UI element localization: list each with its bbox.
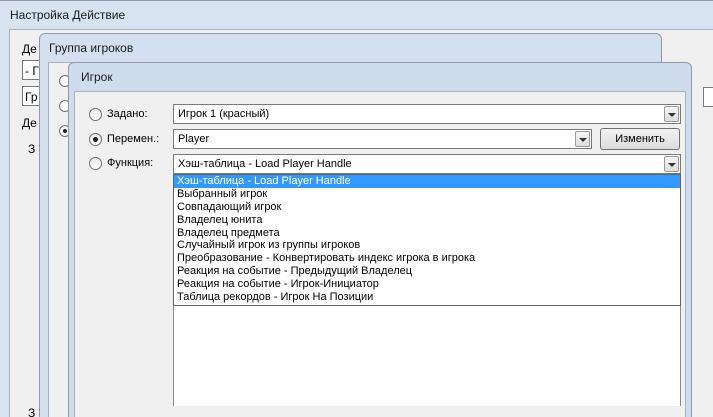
function-dropdown-list[interactable]: Хэш-таблица - Load Player Handle Выбранн… [173, 174, 681, 306]
function-radio[interactable] [89, 157, 102, 170]
chevron-down-icon[interactable] [575, 131, 590, 147]
partial-field-text: Гр [25, 90, 38, 104]
preset-radio[interactable] [89, 108, 102, 121]
partial-field-text: - Г [25, 64, 39, 78]
dropdown-item[interactable]: Преобразование - Конвертировать индекс и… [174, 252, 680, 265]
partial-label: Де [22, 42, 37, 56]
edit-variable-button[interactable]: Изменить [600, 128, 680, 150]
player-client: Задано: Игрок 1 (красный) Перемен.: Play… [74, 91, 686, 417]
dropdown-item[interactable]: Реакция на событие - Игрок-Инициатор [174, 278, 680, 291]
preset-label: Задано: [107, 108, 148, 120]
variable-label: Перемен.: [107, 133, 160, 145]
dropdown-item[interactable]: Таблица рекордов - Игрок На Позиции [174, 291, 680, 304]
variable-combo[interactable]: Player [173, 129, 592, 149]
player-group-title: Группа игроков [49, 41, 134, 55]
chevron-down-icon[interactable] [664, 156, 679, 172]
function-label: Функция: [107, 157, 154, 169]
partial-field-right[interactable] [703, 87, 713, 107]
function-value: Хэш-таблица - Load Player Handle [178, 158, 352, 170]
dropdown-item[interactable]: Владелец предмета [174, 227, 680, 240]
preset-combo[interactable]: Игрок 1 (красный) [173, 104, 681, 124]
dropdown-item[interactable]: Совпадающий игрок [174, 201, 680, 214]
dropdown-item[interactable]: Выбранный игрок [174, 188, 680, 201]
parameters-panel [173, 306, 681, 406]
dropdown-item[interactable]: Хэш-таблица - Load Player Handle [174, 175, 680, 188]
function-combo[interactable]: Хэш-таблица - Load Player Handle [173, 154, 681, 174]
partial-label: З [28, 406, 36, 417]
dropdown-item[interactable]: Реакция на событие - Предыдущий Владелец [174, 265, 680, 278]
variable-radio[interactable] [89, 133, 102, 146]
player-title: Игрок [81, 70, 113, 84]
chevron-down-icon[interactable] [664, 106, 679, 122]
dropdown-item[interactable]: Владелец юнита [174, 214, 680, 227]
partial-label: Де [22, 116, 37, 130]
player-window: Игрок Задано: Игрок 1 (красный) Перемен.… [68, 62, 692, 417]
trigger-action-title: Настройка Действие [10, 8, 126, 22]
preset-value: Игрок 1 (красный) [178, 108, 270, 120]
variable-value: Player [178, 133, 210, 145]
partial-label: З [28, 142, 36, 156]
dropdown-item[interactable]: Случайный игрок из группы игроков [174, 239, 680, 252]
